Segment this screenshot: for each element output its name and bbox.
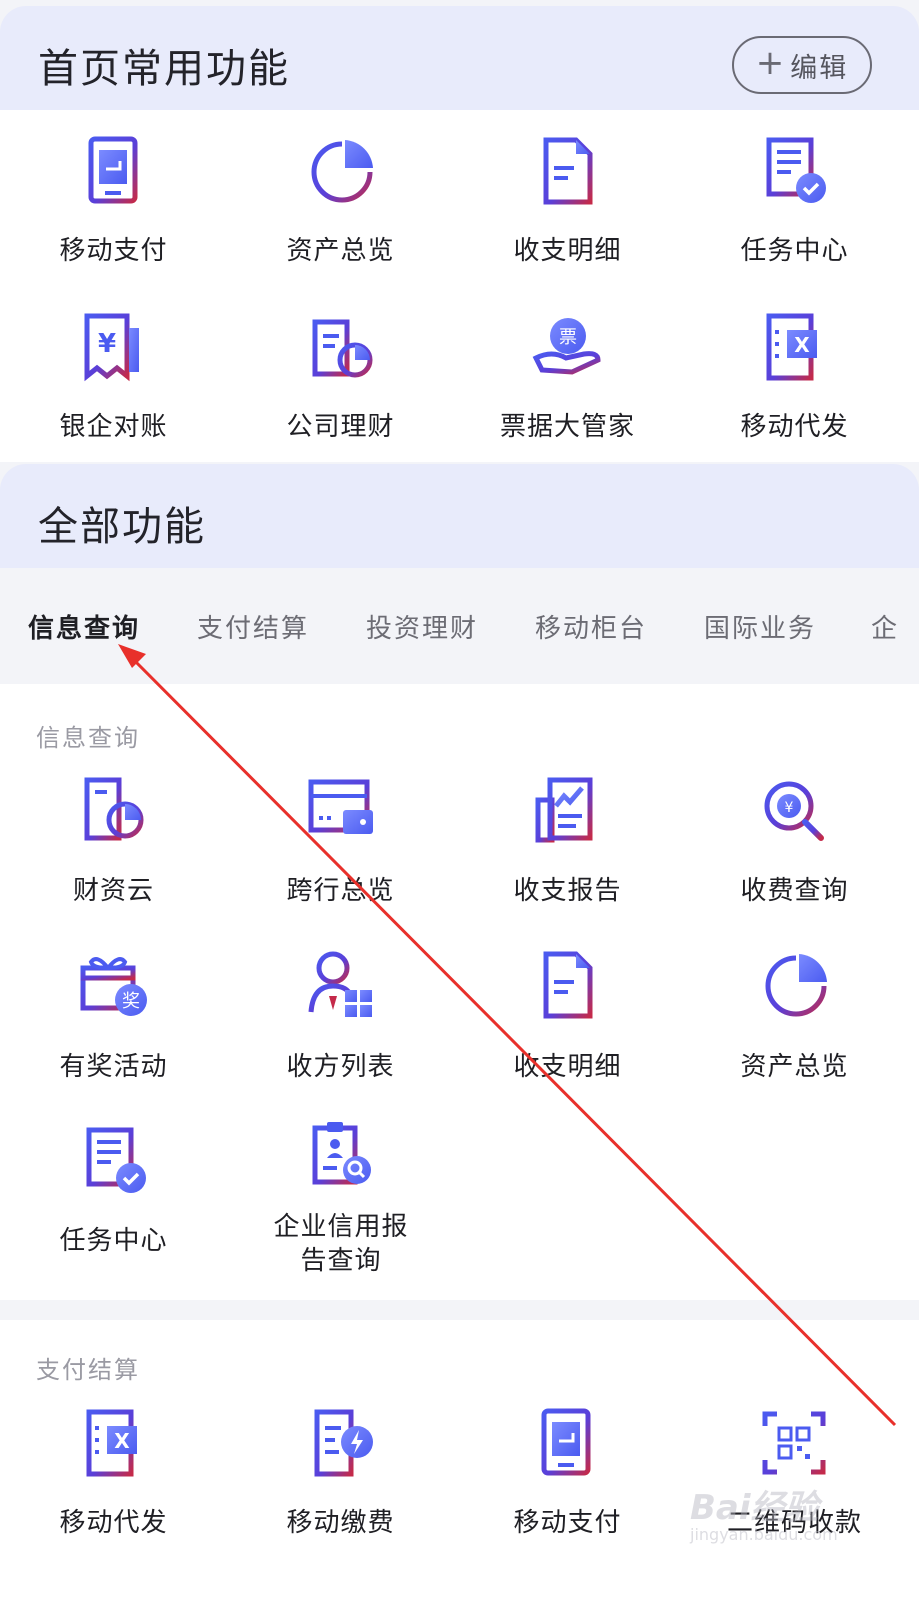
item-label: 移动支付 xyxy=(59,236,168,266)
tab-info-query[interactable]: 信息查询 xyxy=(28,608,140,645)
svg-text:X: X xyxy=(114,1429,130,1453)
tab-mobile-counter[interactable]: 移动柜台 xyxy=(535,608,647,645)
item-label: 银企对账 xyxy=(59,412,168,442)
home-item-company-finance[interactable]: 公司理财 xyxy=(227,286,454,462)
item-label: 票据大管家 xyxy=(499,412,635,442)
bolt-pay-icon xyxy=(314,1409,373,1477)
item-income-detail[interactable]: 收支明细 xyxy=(454,938,681,1114)
watermark-logo: Bai经验 xyxy=(690,1488,819,1528)
gift-reward-icon: 奖 xyxy=(80,957,147,1016)
section-divider xyxy=(0,1300,919,1320)
item-label: 收支报告 xyxy=(513,876,622,906)
item-label: 企业信用报告查询 xyxy=(273,1212,409,1276)
item-label: 移动支付 xyxy=(513,1508,622,1538)
category-tabbar: 信息查询 支付结算 投资理财 移动柜台 国际业务 企 xyxy=(0,568,919,684)
item-label: 有奖活动 xyxy=(59,1052,168,1082)
document-icon xyxy=(543,951,593,1019)
section-info-query: 信息查询 财资云 跨行总览 收支报告 ¥ 收费查询 奖 有奖活动 收方列表 收支… xyxy=(0,684,919,1300)
pie-chart-icon xyxy=(765,954,827,1017)
home-item-income-detail[interactable]: 收支明细 xyxy=(454,110,681,286)
item-label: 财资云 xyxy=(72,876,154,906)
tab-international[interactable]: 国际业务 xyxy=(704,608,816,645)
item-label: 收方列表 xyxy=(286,1052,395,1082)
all-header: 全部功能 xyxy=(0,464,919,568)
item-label: 移动代发 xyxy=(59,1508,168,1538)
watermark-url: jingyan.baidu.com xyxy=(690,1525,838,1544)
item-label: 资产总览 xyxy=(740,1052,849,1082)
tab-payment-settlement[interactable]: 支付结算 xyxy=(197,608,309,645)
tab-enterprise[interactable]: 企 xyxy=(871,608,899,645)
item-asset-overview[interactable]: 资产总览 xyxy=(681,938,908,1114)
item-finance-cloud[interactable]: 财资云 xyxy=(0,762,227,938)
fee-search-icon: ¥ xyxy=(764,781,824,841)
home-item-task-center[interactable]: 任务中心 xyxy=(681,110,908,286)
section-payment-settlement: 支付结算 X 移动代发 移动缴费 移动支付 二维码收款 xyxy=(0,1320,919,1599)
home-title: 首页常用功能 xyxy=(38,46,290,92)
all-title: 全部功能 xyxy=(38,504,206,550)
item-mobile-bill-pay[interactable]: 移动缴费 xyxy=(227,1396,454,1572)
tab-investment[interactable]: 投资理财 xyxy=(366,608,478,645)
finance-doc-icon xyxy=(312,319,373,378)
mobile-pay-icon xyxy=(541,1408,591,1476)
item-label: 收支明细 xyxy=(513,1052,622,1082)
item-cross-bank[interactable]: 跨行总览 xyxy=(227,762,454,938)
section-title: 信息查询 xyxy=(36,724,140,752)
item-task-center[interactable]: 任务中心 xyxy=(0,1114,227,1300)
bill-hand-icon: 票 xyxy=(532,318,601,375)
home-grid: 移动支付 资产总览 收支明细 任务中心 ¥ 银企对账 公司理财 票 票据大管家 … xyxy=(0,110,919,462)
item-income-report[interactable]: 收支报告 xyxy=(454,762,681,938)
document-icon xyxy=(543,137,593,205)
item-label: 跨行总览 xyxy=(286,876,395,906)
item-label: 收支明细 xyxy=(513,236,622,266)
task-check-icon xyxy=(766,137,826,203)
report-chart-icon xyxy=(535,777,593,843)
qr-code-icon xyxy=(762,1411,826,1475)
svg-text:¥: ¥ xyxy=(98,329,116,359)
home-item-bill-manager[interactable]: 票 票据大管家 xyxy=(454,286,681,462)
item-label: 任务中心 xyxy=(740,236,849,266)
svg-text:¥: ¥ xyxy=(785,800,794,816)
item-label: 公司理财 xyxy=(286,412,395,442)
payee-list-icon xyxy=(308,951,372,1017)
edit-label: 编辑 xyxy=(790,52,849,84)
home-item-mobile-payroll[interactable]: X 移动代发 xyxy=(681,286,908,462)
credit-report-icon xyxy=(312,1122,371,1185)
pie-chart-icon xyxy=(311,140,373,203)
section-title: 支付结算 xyxy=(36,1356,140,1384)
task-check-icon xyxy=(86,1127,146,1193)
item-mobile-payroll[interactable]: X 移动代发 xyxy=(0,1396,227,1572)
home-item-bank-reconcile[interactable]: ¥ 银企对账 xyxy=(0,286,227,462)
item-label: 资产总览 xyxy=(286,236,395,266)
excel-doc-icon: X xyxy=(766,313,817,381)
cloud-finance-icon xyxy=(84,777,144,841)
svg-text:奖: 奖 xyxy=(122,991,140,1012)
item-label: 移动缴费 xyxy=(286,1508,395,1538)
wallet-card-icon xyxy=(308,779,373,834)
excel-doc-icon: X xyxy=(86,1409,137,1477)
plus-icon: + xyxy=(755,43,785,83)
item-label: 移动代发 xyxy=(740,412,849,442)
home-item-mobile-pay[interactable]: 移动支付 xyxy=(0,110,227,286)
home-header: 首页常用功能 + 编辑 xyxy=(0,6,919,110)
edit-button[interactable]: + 编辑 xyxy=(732,36,872,94)
item-label: 任务中心 xyxy=(59,1226,168,1256)
mobile-pay-icon xyxy=(88,136,138,204)
svg-text:票: 票 xyxy=(559,327,577,348)
item-credit-report[interactable]: 企业信用报告查询 xyxy=(227,1114,454,1300)
item-reward-activity[interactable]: 奖 有奖活动 xyxy=(0,938,227,1114)
svg-text:X: X xyxy=(794,333,810,357)
yen-receipt-icon: ¥ xyxy=(84,313,139,382)
item-label: 收费查询 xyxy=(740,876,849,906)
home-item-asset-overview[interactable]: 资产总览 xyxy=(227,110,454,286)
item-mobile-pay[interactable]: 移动支付 xyxy=(454,1396,681,1572)
item-fee-query[interactable]: ¥ 收费查询 xyxy=(681,762,908,938)
item-payee-list[interactable]: 收方列表 xyxy=(227,938,454,1114)
